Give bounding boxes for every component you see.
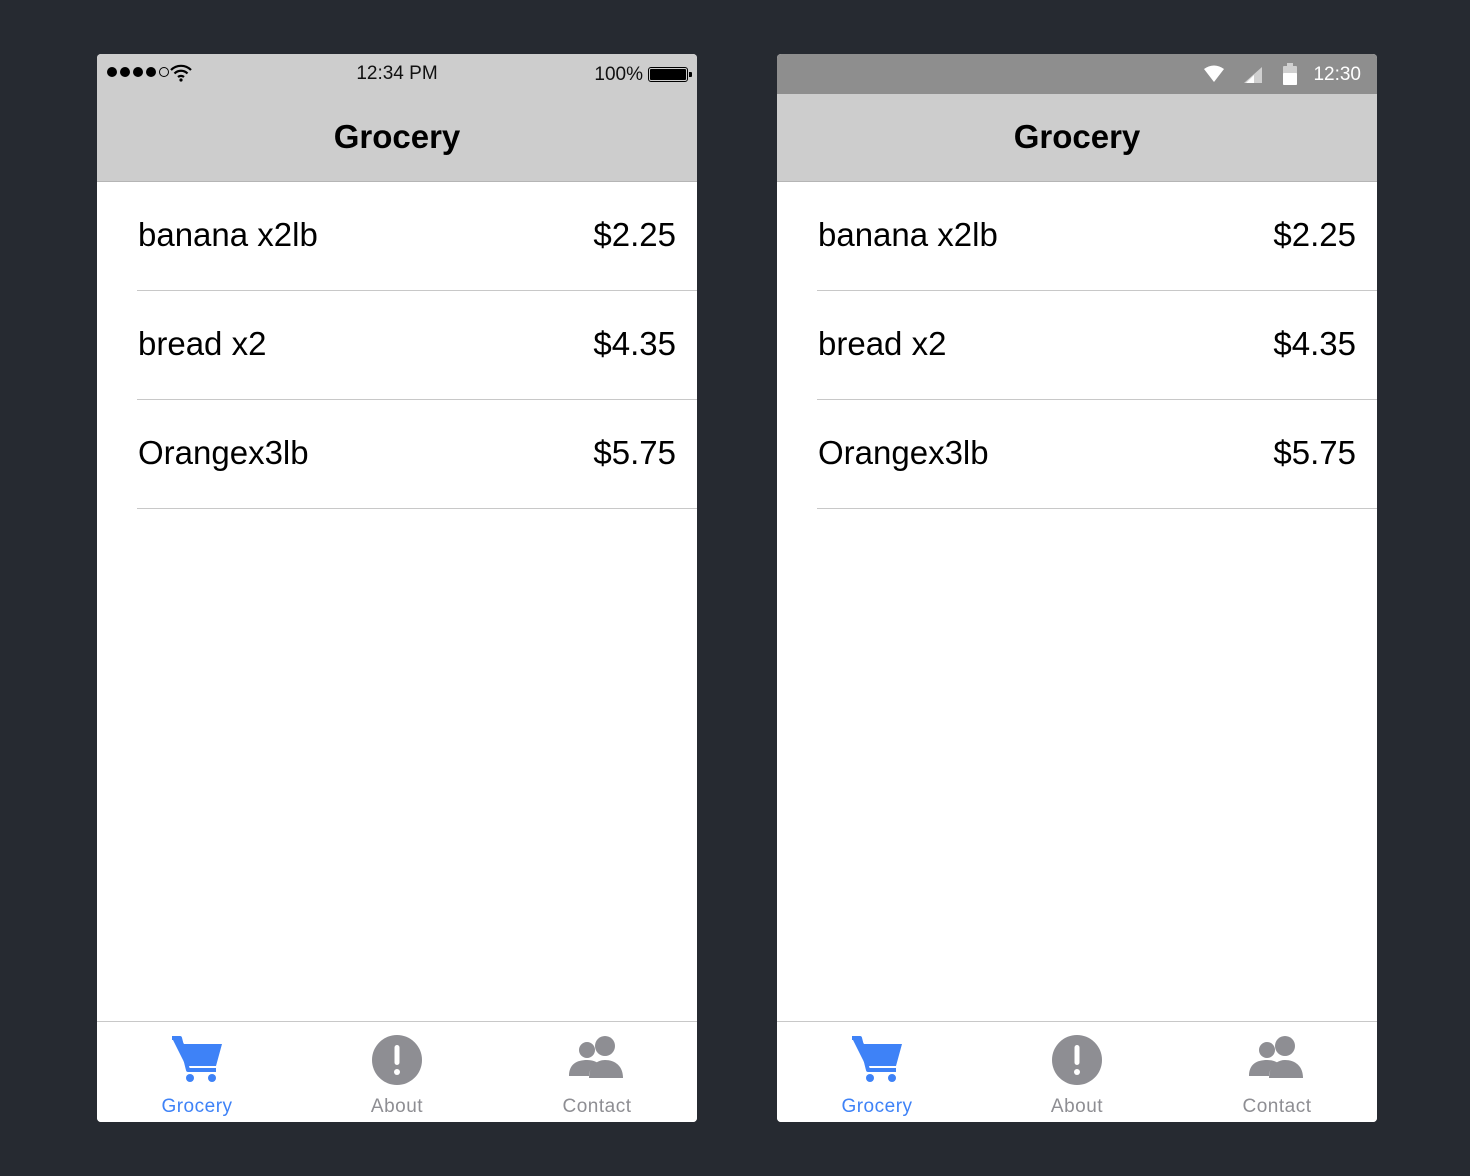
tab-label: About — [1050, 1096, 1104, 1117]
tab-label: Contact — [562, 1096, 632, 1117]
info-exclamation-icon — [371, 1034, 423, 1091]
grocery-list: banana x2lb $2.25 bread x2 $4.35 Orangex… — [777, 182, 1377, 509]
item-price: $2.25 — [593, 216, 676, 253]
wifi-icon — [1203, 65, 1225, 88]
ios-screen: 12:34 PM 100% Grocery banana x2lb $2.25 … — [97, 54, 697, 1122]
cart-icon — [850, 1034, 904, 1089]
item-price: $5.75 — [1273, 434, 1356, 471]
status-time: 12:30 — [1313, 64, 1361, 85]
battery-icon — [648, 67, 692, 82]
grocery-list: banana x2lb $2.25 bread x2 $4.35 Orangex… — [97, 182, 697, 509]
tab-label: Grocery — [161, 1096, 233, 1117]
tab-about[interactable]: About — [977, 1022, 1177, 1122]
list-item[interactable]: banana x2lb $2.25 — [777, 182, 1377, 291]
cart-icon — [170, 1034, 224, 1089]
page-title: Grocery — [333, 118, 461, 155]
item-name: Orangex3lb — [818, 434, 989, 471]
tab-contact[interactable]: Contact — [497, 1022, 697, 1122]
item-price: $5.75 — [593, 434, 676, 471]
people-icon — [567, 1034, 627, 1087]
navigation-bar: Grocery — [777, 94, 1377, 182]
item-price: $4.35 — [593, 325, 676, 362]
tab-grocery[interactable]: Grocery — [777, 1022, 977, 1122]
tab-about[interactable]: About — [297, 1022, 497, 1122]
item-price: $2.25 — [1273, 216, 1356, 253]
battery-percentage: 100% — [594, 64, 643, 85]
page-title: Grocery — [1013, 118, 1141, 155]
tab-label: Contact — [1242, 1096, 1312, 1117]
list-item[interactable]: Orangex3lb $5.75 — [777, 400, 1377, 509]
tab-bar: Grocery About Contact — [777, 1021, 1377, 1122]
list-item[interactable]: bread x2 $4.35 — [777, 291, 1377, 400]
tab-bar: Grocery About Contact — [97, 1021, 697, 1122]
tab-label: Grocery — [841, 1096, 913, 1117]
item-name: bread x2 — [818, 325, 947, 362]
tab-contact[interactable]: Contact — [1177, 1022, 1377, 1122]
tab-label: About — [370, 1096, 424, 1117]
row-separator — [137, 508, 697, 509]
ios-status-bar: 12:34 PM 100% — [97, 54, 697, 94]
item-price: $4.35 — [1273, 325, 1356, 362]
row-separator — [817, 508, 1377, 509]
list-item[interactable]: bread x2 $4.35 — [97, 291, 697, 400]
android-status-bar: 12:30 — [777, 54, 1377, 94]
list-item[interactable]: Orangex3lb $5.75 — [97, 400, 697, 509]
item-name: banana x2lb — [818, 216, 998, 253]
android-screen: 12:30 Grocery banana x2lb $2.25 bread x2… — [777, 54, 1377, 1122]
info-exclamation-icon — [1051, 1034, 1103, 1091]
navigation-bar: Grocery — [97, 94, 697, 182]
cell-signal-icon — [1243, 66, 1263, 89]
list-item[interactable]: banana x2lb $2.25 — [97, 182, 697, 291]
tab-grocery[interactable]: Grocery — [97, 1022, 297, 1122]
battery-icon — [1283, 63, 1297, 90]
people-icon — [1247, 1034, 1307, 1087]
item-name: Orangex3lb — [138, 434, 309, 471]
item-name: banana x2lb — [138, 216, 318, 253]
item-name: bread x2 — [138, 325, 267, 362]
